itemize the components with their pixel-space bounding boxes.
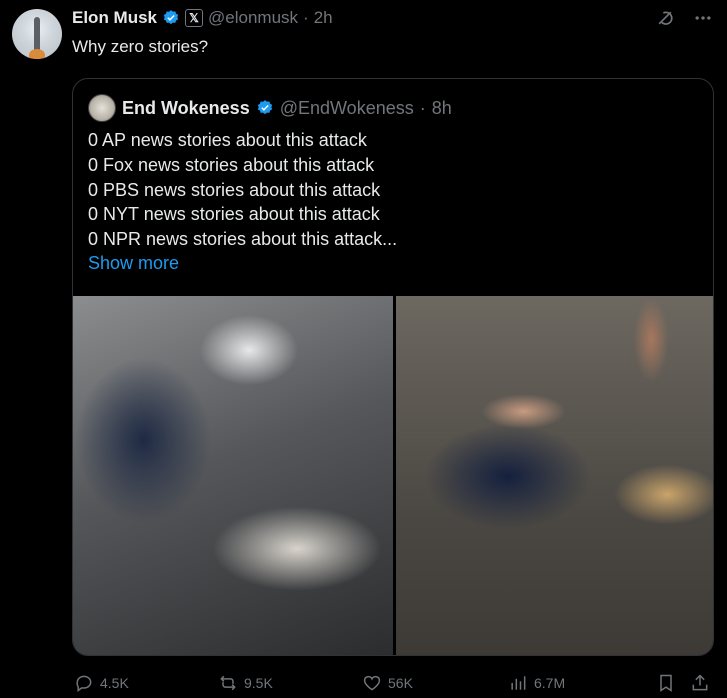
quoted-tweet-text: 0 AP news stories about this attack 0 Fo… [88,128,397,252]
reply-icon [74,673,94,693]
reply-button[interactable]: 4.5K [74,673,129,693]
quoted-text-line: 0 PBS news stories about this attack [88,179,381,200]
like-count: 56K [388,675,413,691]
quoted-text-line: 0 NPR news stories about this attack... [88,229,398,250]
bookmark-icon [656,673,676,693]
tweet-top-actions [655,8,713,28]
quoted-text-line: 0 NYT news stories about this attack [88,204,380,225]
show-more-link[interactable]: Show more [88,253,179,274]
repost-button[interactable]: 9.5K [218,673,273,693]
tweet-timestamp[interactable]: 2h [314,8,333,28]
share-button[interactable] [690,673,710,693]
quoted-tweet-timestamp[interactable]: 8h [432,98,452,119]
quoted-tweet-card[interactable]: End Wokeness @EndWokeness · 8h 0 AP news… [72,78,714,656]
author-handle[interactable]: @elonmusk [208,8,298,28]
rocket-graphic [34,17,40,51]
views-count: 6.7M [534,675,566,691]
separator-dot: · [419,97,426,118]
quoted-author-handle[interactable]: @EndWokeness [280,98,414,119]
quoted-author-name[interactable]: End Wokeness [122,98,250,119]
like-icon [362,673,382,693]
share-icon [690,673,710,693]
quoted-text-line: 0 AP news stories about this attack [88,130,367,150]
verified-badge-icon[interactable] [162,9,180,27]
reply-count: 4.5K [100,675,129,691]
bookmark-button[interactable] [656,673,676,693]
x-affiliate-icon[interactable]: 𝕏 [185,9,204,27]
rocket-flame-graphic [29,49,45,59]
more-icon[interactable] [693,8,713,28]
grok-icon[interactable] [655,8,675,28]
separator-dot: · [303,8,309,27]
tweet-actions-bar: 4.5K 9.5K 56K 6.7M [72,673,712,697]
media-image-left[interactable] [73,296,393,655]
media-grid [73,296,713,655]
quoted-author-avatar[interactable] [88,94,116,122]
tweet-text: Why zero stories? [72,37,209,56]
repost-count: 9.5K [244,675,273,691]
author-avatar[interactable] [12,9,62,59]
views-button[interactable]: 6.7M [508,673,565,693]
author-name[interactable]: Elon Musk [72,8,157,28]
repost-icon [218,673,238,693]
verified-badge-icon[interactable] [256,99,274,117]
media-image-right[interactable] [395,296,713,655]
quoted-tweet-header: End Wokeness @EndWokeness · 8h [88,94,452,122]
tweet-header: Elon Musk 𝕏 @elonmusk · 2h [72,6,333,30]
views-icon [508,673,528,693]
quoted-text-line: 0 Fox news stories about this attack [88,154,375,175]
like-button[interactable]: 56K [362,673,413,693]
